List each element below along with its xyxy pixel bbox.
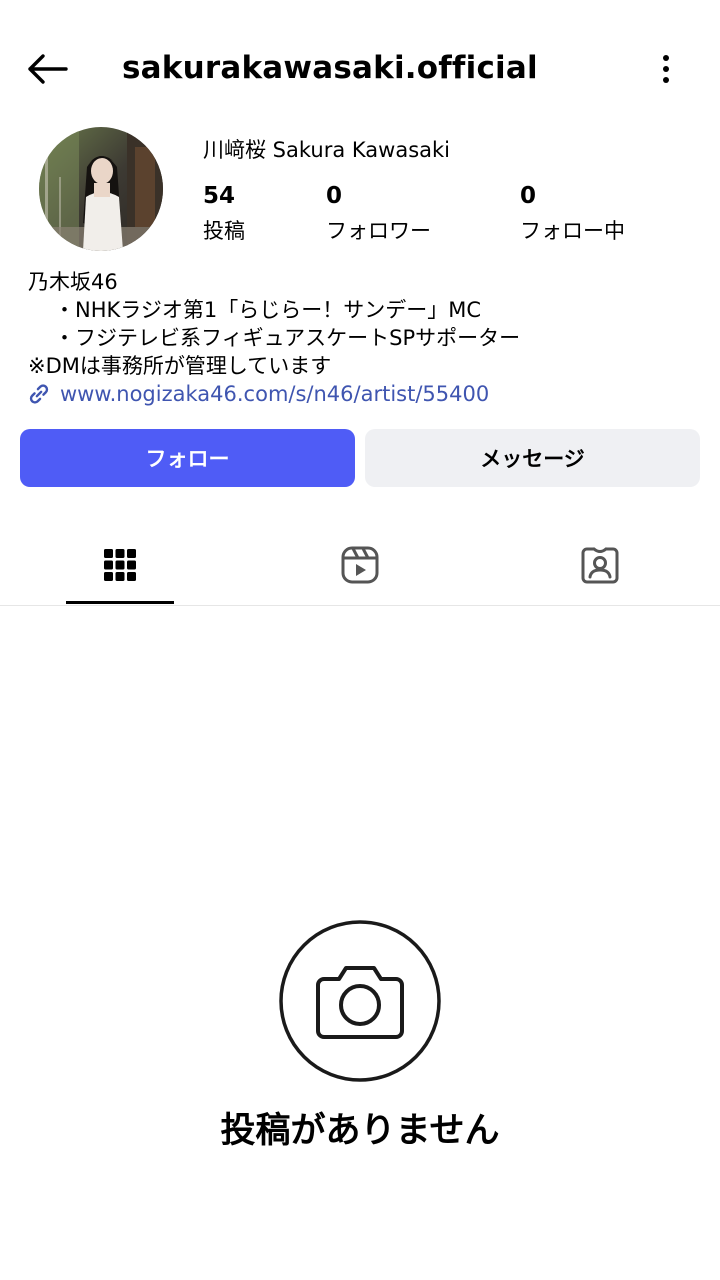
- bio-line: ・NHKラジオ第1「らじらー！サンデー」MC: [54, 298, 481, 322]
- tab-tagged[interactable]: [480, 525, 720, 605]
- arrow-left-icon: [28, 54, 68, 84]
- stat-followers-count: 0: [326, 183, 343, 209]
- stat-posts-count: 54: [203, 183, 236, 209]
- stat-posts[interactable]: 54 投稿: [203, 180, 245, 248]
- content-tabs: [0, 525, 720, 606]
- bio-line: ・フジテレビ系フィギュアスケートSPサポーター: [54, 326, 521, 350]
- tab-reels[interactable]: [240, 525, 480, 605]
- tab-posts-grid[interactable]: [0, 525, 240, 605]
- stat-followers[interactable]: 0 フォロワー: [326, 180, 431, 248]
- profile-username: sakurakawasaki.official: [122, 50, 538, 86]
- back-button[interactable]: [22, 46, 72, 92]
- tagged-icon: [581, 547, 619, 584]
- stat-following[interactable]: 0 フォロー中: [520, 180, 625, 248]
- stat-posts-label: 投稿: [203, 219, 245, 243]
- bio-line: ※DMは事務所が管理しています: [28, 354, 332, 378]
- grid-icon: [104, 549, 136, 581]
- follow-button[interactable]: フォロー: [20, 429, 355, 487]
- empty-posts-message: 投稿がありません: [220, 1111, 500, 1151]
- profile-link[interactable]: www.nogizaka46.com/s/n46/artist/55400: [26, 379, 489, 409]
- more-vertical-icon: [663, 55, 669, 83]
- profile-link-text[interactable]: www.nogizaka46.com/s/n46/artist/55400: [60, 379, 489, 409]
- profile-display-name: 川﨑桜 Sakura Kawasaki: [203, 138, 450, 162]
- avatar[interactable]: [39, 127, 163, 251]
- empty-posts-camera: [279, 920, 441, 1082]
- stat-followers-label: フォロワー: [326, 219, 431, 243]
- link-icon: [29, 384, 49, 404]
- stat-following-label: フォロー中: [520, 219, 625, 243]
- profile-bio: 乃木坂46 ・NHKラジオ第1「らじらー！サンデー」MC ・フジテレビ系フィギュ…: [28, 268, 520, 380]
- reels-icon: [341, 546, 379, 584]
- active-tab-indicator: [66, 601, 174, 604]
- message-button[interactable]: メッセージ: [365, 429, 700, 487]
- stat-following-count: 0: [520, 183, 537, 209]
- more-options-button[interactable]: [648, 46, 684, 92]
- camera-icon: [279, 920, 441, 1082]
- bio-line: 乃木坂46: [28, 270, 118, 294]
- profile-header: sakurakawasaki.official: [0, 0, 720, 130]
